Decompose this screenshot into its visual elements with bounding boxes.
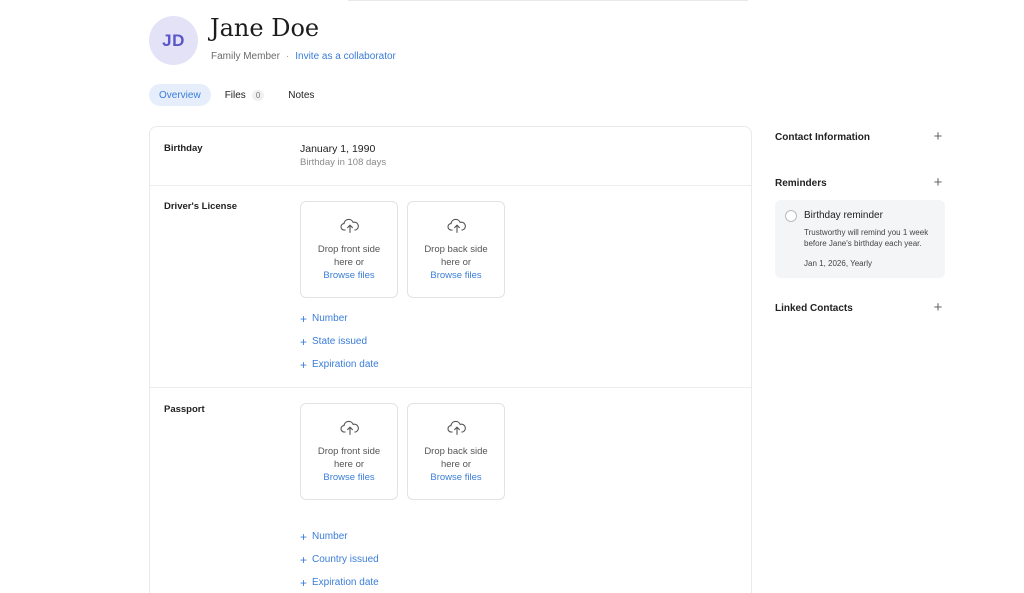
contact-name: Jane Doe [210, 14, 320, 42]
plus-icon: + [300, 357, 308, 372]
add-reminder-button[interactable]: + [931, 175, 945, 190]
tab-files-label: Files [224, 89, 246, 101]
tab-overview[interactable]: Overview [149, 84, 211, 106]
separator-dot: · [285, 51, 290, 62]
dl-front-dropzone[interactable]: Drop front side here or Browse files [300, 201, 398, 298]
add-field-label: State issued [312, 336, 368, 347]
contact-information-header: Contact Information + [775, 129, 945, 144]
reminder-complete-checkbox[interactable] [785, 210, 797, 222]
reminder-description: Trustworthy will remind you 1 week befor… [804, 228, 929, 248]
browse-files-link[interactable]: Browse files [408, 270, 504, 281]
contact-role: Family Member [211, 51, 280, 62]
add-field-label: Number [312, 531, 348, 542]
cloud-upload-icon [340, 218, 359, 233]
add-field-label: Country issued [312, 554, 379, 565]
drivers-license-label: Driver's License [164, 201, 238, 212]
add-linked-contact-button[interactable]: + [931, 300, 945, 315]
passport-label: Passport [164, 404, 205, 415]
dropzone-line-2: here or [333, 458, 365, 470]
invite-collaborator-link[interactable]: Invite as a collaborator [295, 51, 396, 62]
birthday-row: Birthday January 1, 1990 Birthday in 108… [150, 127, 751, 185]
linked-contacts-header: Linked Contacts + [775, 300, 945, 315]
plus-icon: + [300, 311, 308, 326]
birthday-date[interactable]: January 1, 1990 [300, 143, 375, 155]
add-passport-expiration-link[interactable]: + Expiration date [300, 575, 379, 590]
passport-front-dropzone[interactable]: Drop front side here or Browse files [300, 403, 398, 500]
cloud-upload-icon [447, 420, 466, 435]
birthday-reminder-card[interactable]: Birthday reminder Trustworthy will remin… [775, 200, 945, 278]
cloud-upload-icon [447, 218, 466, 233]
dropzone-line-2: here or [440, 256, 472, 268]
dropzone-line-1: Drop front side [317, 446, 381, 457]
dropzone-text: Drop back side here or [408, 446, 504, 471]
dropzone-text: Drop back side here or [408, 244, 504, 269]
drivers-license-row: Driver's License Drop front side here or… [150, 185, 751, 387]
add-contact-information-button[interactable]: + [931, 129, 945, 144]
browse-files-link[interactable]: Browse files [301, 472, 397, 483]
contact-subline: Family Member · Invite as a collaborator [211, 51, 396, 62]
passport-row: Passport Drop front side here or Browse … [150, 387, 751, 593]
reminder-schedule: Jan 1, 2026, Yearly [804, 259, 873, 268]
browse-files-link[interactable]: Browse files [408, 472, 504, 483]
plus-icon: + [300, 575, 308, 590]
dropzone-text: Drop front side here or [301, 244, 397, 269]
linked-contacts-title: Linked Contacts [775, 302, 853, 314]
cloud-upload-icon [340, 420, 359, 435]
tab-bar: Overview Files 0 Notes [149, 84, 328, 106]
dropzone-line-1: Drop front side [317, 244, 381, 255]
birthday-label: Birthday [164, 143, 203, 154]
plus-icon: + [300, 552, 308, 567]
dropzone-line-2: here or [333, 256, 365, 268]
dropzone-line-1: Drop back side [424, 446, 488, 457]
dropzone-line-2: here or [440, 458, 472, 470]
contact-information-title: Contact Information [775, 131, 870, 143]
files-count-badge: 0 [251, 89, 265, 101]
tab-overview-label: Overview [159, 89, 201, 101]
add-passport-country-link[interactable]: + Country issued [300, 552, 379, 567]
browse-files-link[interactable]: Browse files [301, 270, 397, 281]
add-dl-expiration-link[interactable]: + Expiration date [300, 357, 379, 372]
dl-back-dropzone[interactable]: Drop back side here or Browse files [407, 201, 505, 298]
reminder-title: Birthday reminder [804, 210, 883, 221]
overview-card: Birthday January 1, 1990 Birthday in 108… [149, 126, 752, 593]
birthday-countdown: Birthday in 108 days [300, 157, 387, 168]
add-field-label: Expiration date [312, 359, 379, 370]
avatar: JD [149, 16, 198, 65]
tab-notes[interactable]: Notes [278, 84, 324, 106]
tab-notes-label: Notes [288, 89, 315, 101]
add-field-label: Number [312, 313, 348, 324]
tab-files[interactable]: Files 0 [215, 84, 275, 106]
add-dl-number-link[interactable]: + Number [300, 311, 348, 326]
add-field-label: Expiration date [312, 577, 379, 588]
dropzone-line-1: Drop back side [424, 244, 488, 255]
dropzone-text: Drop front side here or [301, 446, 397, 471]
passport-back-dropzone[interactable]: Drop back side here or Browse files [407, 403, 505, 500]
add-dl-state-link[interactable]: + State issued [300, 334, 368, 349]
reminders-header: Reminders + [775, 175, 945, 190]
plus-icon: + [300, 334, 308, 349]
reminders-title: Reminders [775, 177, 827, 189]
top-divider [348, 0, 748, 1]
plus-icon: + [300, 529, 308, 544]
add-passport-number-link[interactable]: + Number [300, 529, 348, 544]
